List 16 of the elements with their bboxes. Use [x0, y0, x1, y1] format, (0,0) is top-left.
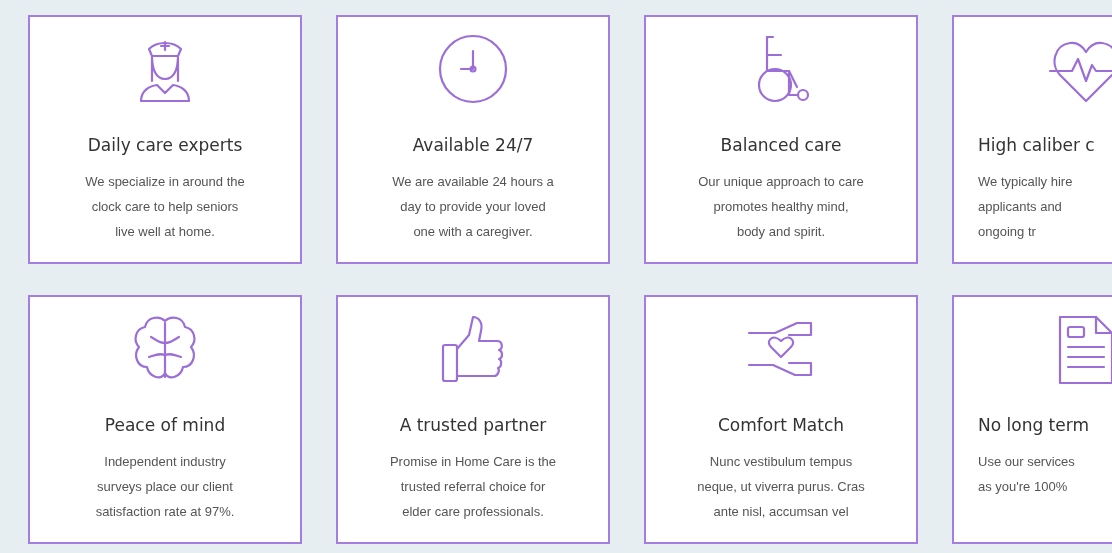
feature-title: Comfort Match [717, 414, 845, 437]
feature-description: Use our services as you're 100% [978, 452, 1075, 496]
feature-description: We are available 24 hours a day to provide your loved one with a caregiver. [392, 172, 554, 241]
feature-description: Nunc vestibulum tempus neque, ut viverra purus. Cras ante nisl, accumsan vel [697, 452, 865, 521]
feature-description: We typically hire applicants and ongoing tr [978, 172, 1073, 241]
feature-title: Balanced care [720, 134, 842, 157]
feature-description: Independent industry surveys place our client satisfaction rate at 97%. [95, 452, 235, 521]
feature-title: Available 24/7 [412, 134, 534, 157]
feature-description: Our unique approach to care promotes healthy mind, body and spirit. [698, 172, 864, 241]
feature-title: High caliber c [978, 134, 1095, 157]
feature-title: No long term [978, 414, 1089, 437]
feature-description: We specialize in around the clock care to help seniors live well at home. [85, 172, 245, 241]
feature-title: Daily care experts [87, 134, 243, 157]
feature-title: Peace of mind [104, 414, 226, 437]
feature-title: A trusted partner [399, 414, 547, 437]
feature-description: Promise in Home Care is the trusted referral choice for elder care professionals. [389, 452, 557, 521]
